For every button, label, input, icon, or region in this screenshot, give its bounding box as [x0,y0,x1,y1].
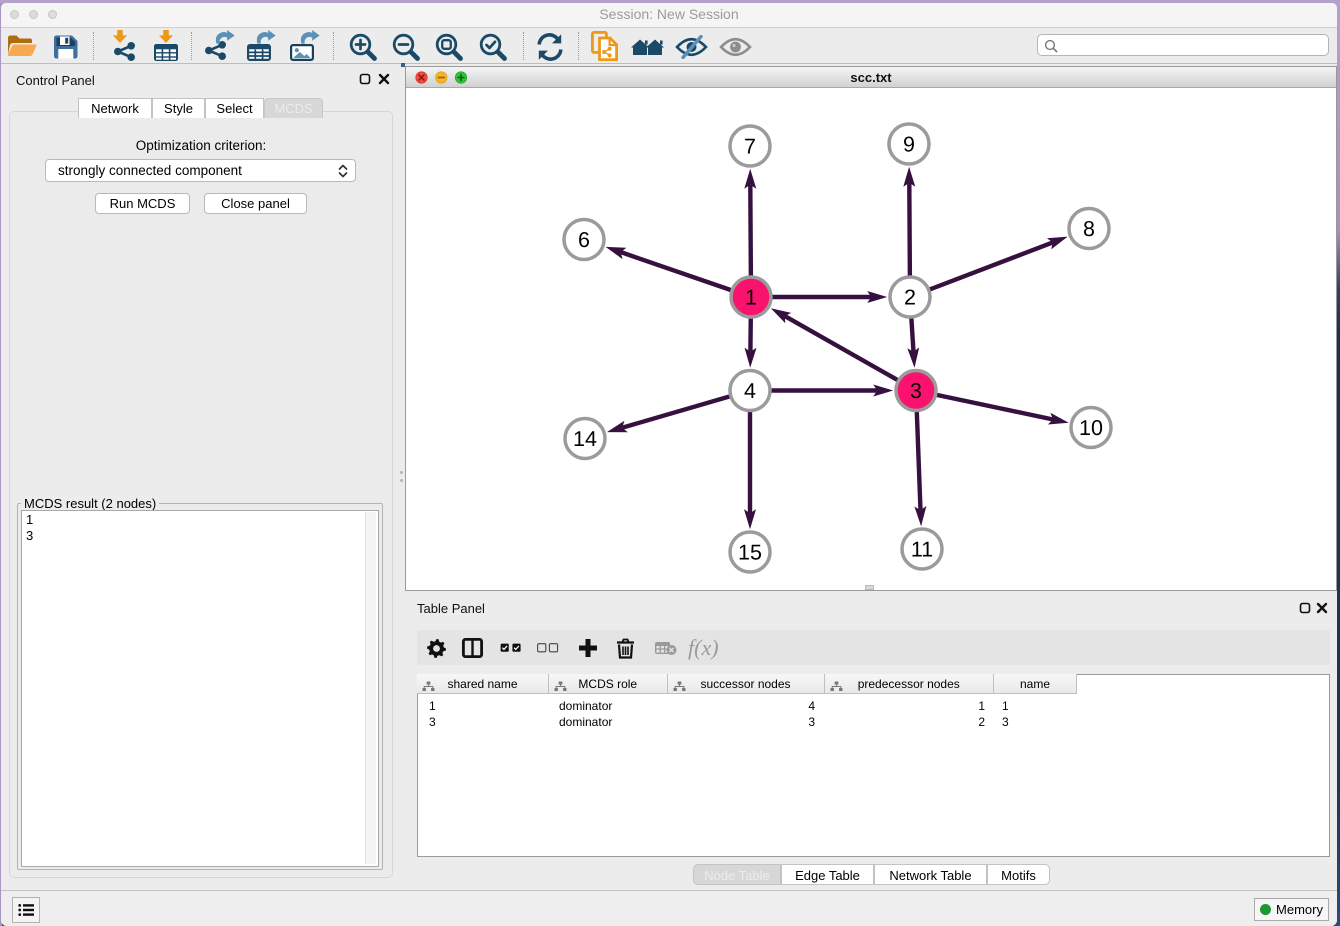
svg-text:10: 10 [1079,416,1103,440]
svg-text:9: 9 [903,133,915,157]
svg-text:2: 2 [904,286,916,310]
svg-text:6: 6 [578,228,590,252]
svg-text:3: 3 [910,379,922,403]
svg-text:4: 4 [744,379,756,403]
svg-text:7: 7 [744,135,756,159]
svg-text:15: 15 [738,541,762,565]
svg-text:11: 11 [911,538,933,562]
svg-text:1: 1 [745,286,757,310]
svg-text:14: 14 [573,427,597,451]
svg-text:8: 8 [1083,217,1095,241]
